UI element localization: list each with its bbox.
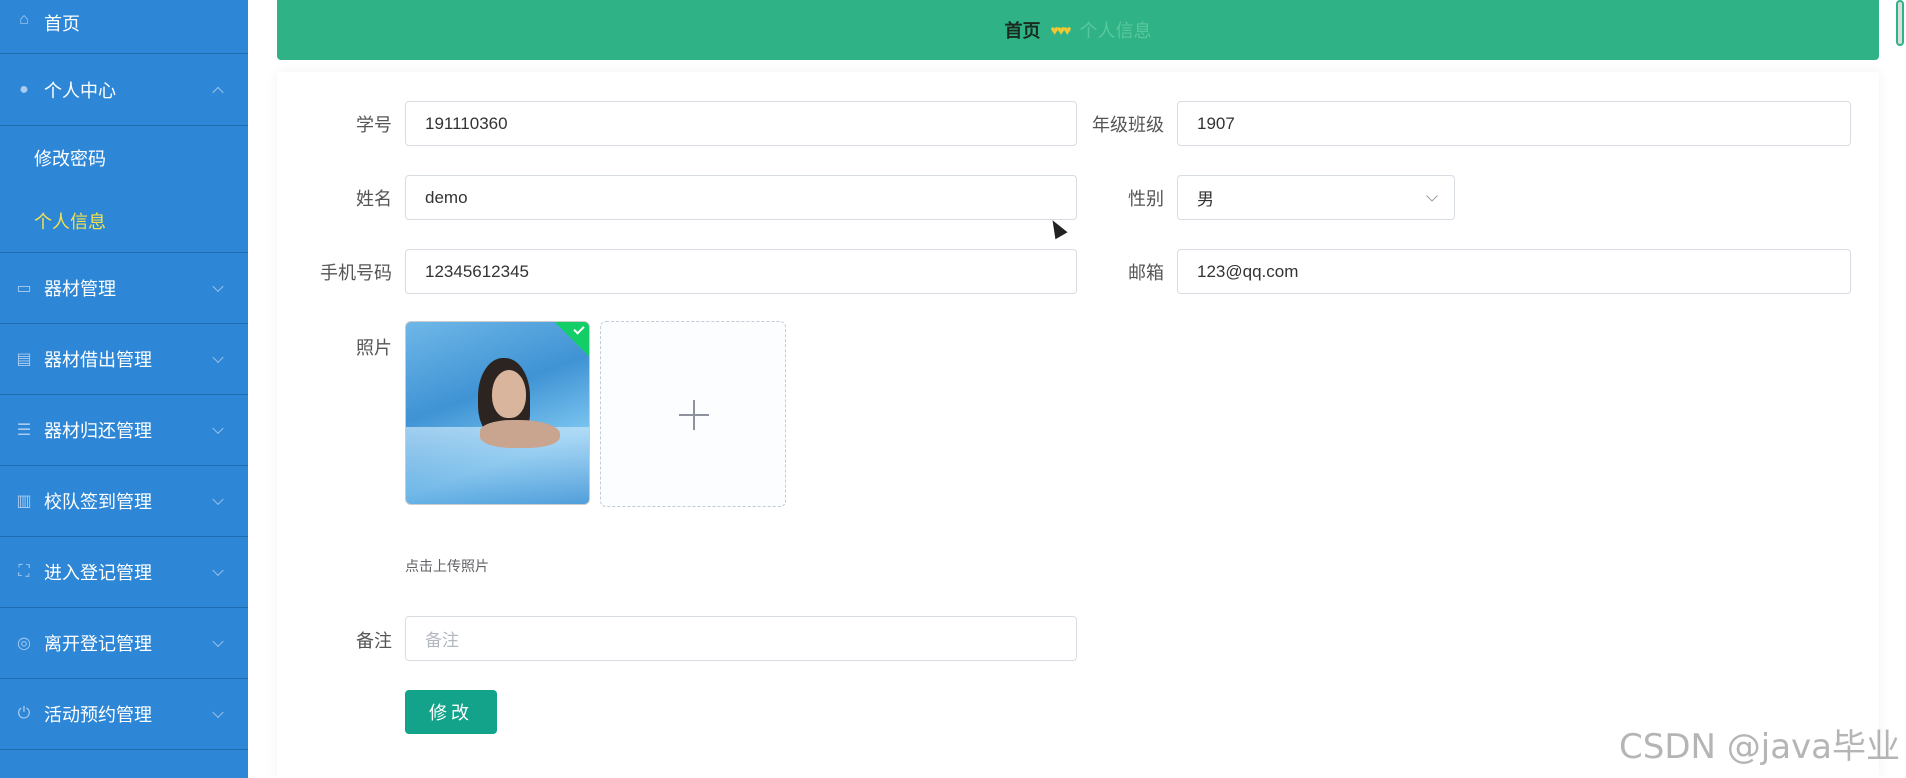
sidebar-item-label: 进入登记管理 [44, 563, 152, 583]
sidebar-subitem-change-password[interactable]: 修改密码 [0, 126, 248, 189]
chevron-down-icon [1426, 190, 1438, 202]
fullscreen-icon: ⛶ [18, 563, 30, 580]
home-icon: ⌂ [19, 11, 29, 28]
user-icon: ● [19, 80, 29, 98]
remark-label: 备注 [356, 631, 392, 651]
grade-class-field[interactable]: 1907 [1177, 101, 1851, 146]
remark-field[interactable]: 备注 [405, 616, 1077, 661]
phone-value: 12345612345 [425, 261, 530, 281]
email-value: 123@qq.com [1197, 261, 1299, 281]
upload-hint: 点击上传照片 [405, 558, 489, 574]
chevron-down-icon [212, 422, 224, 435]
sidebar-subitem-label: 修改密码 [34, 148, 106, 169]
update-button[interactable]: 修改 [405, 690, 497, 734]
sidebar-item-leave-register[interactable]: ◎ 离开登记管理 [0, 608, 248, 679]
sidebar-item-label: 离开登记管理 [44, 634, 152, 654]
chevron-down-icon [212, 351, 224, 364]
chevron-up-icon [212, 86, 224, 98]
sidebar-item-equipment-lend[interactable]: ▤ 器材借出管理 [0, 324, 248, 395]
student-id-label: 学号 [356, 115, 392, 135]
sidebar-item-home[interactable]: ⌂ 首页 [0, 0, 248, 54]
photo-face [492, 370, 526, 418]
sidebar-item-label: 首页 [44, 14, 80, 34]
plus-icon-vertical [693, 400, 695, 430]
sidebar: ⌂ 首页 ● 个人中心 修改密码 个人信息 ▭ 器材管理 ▤ 器材借出管理 ☰ … [0, 0, 248, 778]
heart-separator-icon: ♥♥♥ [1050, 22, 1072, 38]
sidebar-item-label: 器材借出管理 [44, 350, 152, 370]
photo-label: 照片 [356, 338, 392, 358]
sidebar-item-equipment[interactable]: ▭ 器材管理 [0, 253, 248, 324]
name-value: demo [425, 187, 468, 207]
sidebar-item-label: 器材归还管理 [44, 421, 152, 441]
sidebar-item-activity-booking[interactable]: ⏻ 活动预约管理 [0, 679, 248, 750]
sidebar-item-label: 活动预约管理 [44, 705, 152, 725]
student-id-field[interactable]: 191110360 [405, 101, 1077, 146]
email-field[interactable]: 123@qq.com [1177, 249, 1851, 294]
scrollbar[interactable] [1896, 0, 1904, 46]
email-label: 邮箱 [1128, 263, 1164, 283]
sidebar-item-label: 校队签到管理 [44, 492, 152, 512]
gender-select[interactable]: 男 [1177, 175, 1455, 220]
lifebuoy-icon: ◎ [17, 635, 31, 652]
gender-label: 性别 [1128, 189, 1164, 209]
uploaded-photo[interactable] [405, 321, 590, 505]
name-field[interactable]: demo [405, 175, 1077, 220]
clipboard-icon: ▤ [16, 351, 32, 368]
submenu-personal-center: 修改密码 个人信息 [0, 126, 248, 253]
gender-value: 男 [1197, 190, 1214, 209]
sidebar-item-label: 器材管理 [44, 279, 116, 299]
sidebar-item-label: 个人中心 [44, 80, 116, 101]
name-label: 姓名 [356, 189, 392, 209]
sidebar-item-team-checkin[interactable]: ▥ 校队签到管理 [0, 466, 248, 537]
power-icon: ⏻ [17, 705, 31, 722]
phone-field[interactable]: 12345612345 [405, 249, 1077, 294]
chevron-down-icon [212, 564, 224, 577]
sidebar-item-entry-register[interactable]: ⛶ 进入登记管理 [0, 537, 248, 608]
sidebar-subitem-label: 个人信息 [34, 211, 106, 232]
sidebar-item-personal-center[interactable]: ● 个人中心 [0, 54, 248, 126]
chevron-down-icon [212, 280, 224, 293]
upload-photo-button[interactable] [600, 321, 786, 507]
chevron-down-icon [212, 493, 224, 506]
breadcrumb-home[interactable]: 首页 [1005, 17, 1041, 43]
books-icon: ▥ [16, 493, 32, 510]
sidebar-item-equipment-return[interactable]: ☰ 器材归还管理 [0, 395, 248, 466]
watermark: CSDN @java毕业 [1619, 727, 1900, 767]
student-id-value: 191110360 [425, 113, 508, 133]
chevron-down-icon [212, 706, 224, 719]
grade-class-value: 1907 [1197, 113, 1235, 133]
remark-placeholder: 备注 [425, 631, 459, 650]
phone-label: 手机号码 [320, 263, 392, 283]
breadcrumb-current: 个人信息 [1079, 21, 1152, 41]
photo-shoulders [480, 420, 560, 448]
chevron-down-icon [212, 635, 224, 648]
monitor-icon: ▭ [16, 280, 32, 297]
sidebar-subitem-personal-info[interactable]: 个人信息 [0, 189, 248, 252]
sliders-icon: ☰ [16, 422, 32, 439]
grade-class-label: 年级班级 [1092, 115, 1164, 135]
breadcrumb: 首页 ♥♥♥ 个人信息 [277, 0, 1879, 60]
